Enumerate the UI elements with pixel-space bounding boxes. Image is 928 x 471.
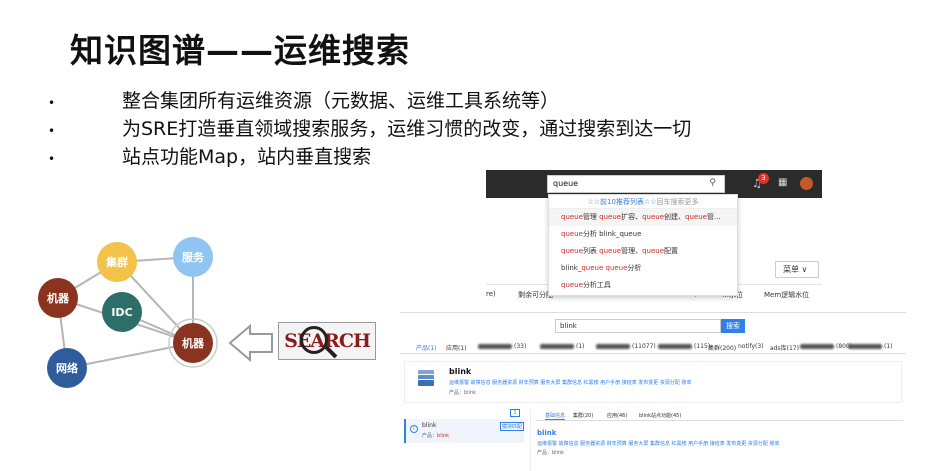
search-input-value: queue bbox=[553, 179, 579, 188]
node-network[interactable]: 网络 bbox=[47, 348, 87, 388]
tab-ads[interactable]: ads库(17) bbox=[770, 343, 799, 352]
notification-badge: 3 bbox=[758, 173, 769, 184]
column-header: Mem逻辑水位 bbox=[764, 291, 810, 299]
node-label: IDC bbox=[111, 305, 133, 319]
node-cluster[interactable]: 集群 bbox=[97, 242, 137, 282]
suggestion-item[interactable]: queue列表 queue管理、queue配置 bbox=[549, 243, 737, 260]
suggestion-item[interactable]: queue分析工具 bbox=[549, 277, 737, 294]
result-tabs: 产品(1) 应用(1) (33) (1) (11077) (115) 集群(20… bbox=[400, 340, 906, 354]
apps-grid-icon[interactable]: ▦ bbox=[778, 177, 787, 188]
tab-basic-info[interactable]: 基础信息 bbox=[545, 412, 566, 420]
tab-notify[interactable]: notify(3) bbox=[738, 343, 764, 350]
tab-blurred[interactable]: (11077) bbox=[596, 343, 656, 350]
result-list: 1 i blink 模块匹配 产品：blink bbox=[404, 409, 524, 471]
magnifier-icon bbox=[300, 326, 328, 354]
suggestion-hint: 回车搜索更多 bbox=[656, 198, 699, 206]
results-search-input[interactable]: blink bbox=[555, 319, 721, 333]
tab-product[interactable]: 产品(1) bbox=[416, 343, 437, 352]
tab-site-functions[interactable]: blink站点功能(45) bbox=[639, 412, 681, 419]
tab-blurred[interactable]: (33) bbox=[478, 343, 526, 350]
node-label: 网络 bbox=[56, 362, 78, 375]
node-machine-center[interactable]: 机器 bbox=[173, 323, 213, 363]
detail-product: 产品：blink bbox=[537, 450, 565, 456]
search-suggest-screenshot: queue ⚲ ♫ 3 ▦ 菜单 ∨ re) 剩余可分配 ue) …水位 Mem… bbox=[486, 170, 822, 308]
graph-edges bbox=[57, 256, 273, 369]
search-input[interactable]: queue ⚲ bbox=[547, 175, 725, 193]
list-item-name: blink bbox=[422, 422, 437, 429]
column-header: re) bbox=[486, 290, 496, 298]
suggestion-item[interactable]: queue管理 queue扩容、queue创建、queue管... bbox=[549, 209, 737, 226]
node-label: 服务 bbox=[182, 251, 204, 264]
tab-blurred[interactable]: (1) bbox=[848, 343, 893, 350]
detail-panel: 基础信息 集群(20) 应用(46) blink站点功能(45) blink 运… bbox=[530, 409, 903, 471]
node-label: 集群 bbox=[106, 256, 128, 269]
node-machine[interactable]: 机器 bbox=[38, 278, 78, 318]
tab-cluster-detail[interactable]: 集群(20) bbox=[573, 412, 593, 419]
tab-app-detail[interactable]: 应用(46) bbox=[607, 412, 627, 419]
suggestion-header: ☆☆前10推荐列表☆☆回车搜索更多 bbox=[549, 195, 737, 209]
suggestion-item[interactable]: queue分析 blink_queue bbox=[549, 226, 737, 243]
avatar[interactable] bbox=[800, 177, 813, 190]
tab-blurred[interactable]: (800) bbox=[800, 343, 852, 350]
suggestion-header-text: ☆☆前10推荐列表☆☆ bbox=[587, 198, 657, 206]
detail-links[interactable]: 运维报警 故障信息 服务器资源 财年预算 服务大屏 集群信息 红黑榜 用户手册 … bbox=[537, 440, 780, 447]
layers-icon bbox=[415, 367, 437, 389]
node-service[interactable]: 服务 bbox=[173, 237, 213, 277]
node-label: 机器 bbox=[182, 337, 204, 350]
search-icon[interactable]: ⚲ bbox=[709, 178, 716, 188]
result-card[interactable]: blink 运维报警 故障信息 服务器资源 财年预算 服务大屏 集群信息 红黑榜… bbox=[404, 361, 902, 403]
pager[interactable]: 1 bbox=[510, 409, 520, 417]
result-product: 产品：blink bbox=[449, 390, 477, 396]
detail-tabs: 基础信息 集群(20) 应用(46) blink站点功能(45) bbox=[535, 409, 903, 421]
suggestion-dropdown: ☆☆前10推荐列表☆☆回车搜索更多 queue管理 queue扩容、queue创… bbox=[548, 194, 738, 296]
list-item-product: 产品：blink bbox=[422, 433, 450, 439]
tab-blurred[interactable]: (115) bbox=[658, 343, 710, 350]
tab-cluster[interactable]: 集群(200) bbox=[708, 343, 736, 352]
slide: { "slide": { "title": "知识图谱——运维搜索", "bul… bbox=[0, 0, 928, 471]
match-tag: 模块匹配 bbox=[500, 422, 524, 431]
tab-blurred[interactable]: (1) bbox=[540, 343, 585, 350]
node-label: 机器 bbox=[47, 292, 69, 305]
arrow-left-icon bbox=[228, 323, 273, 363]
menu-dropdown[interactable]: 菜单 ∨ bbox=[775, 261, 819, 278]
result-title[interactable]: blink bbox=[449, 367, 471, 376]
search-button[interactable]: 搜索 bbox=[721, 319, 745, 333]
list-item[interactable]: i blink 模块匹配 产品：blink bbox=[404, 419, 524, 443]
search-results-screenshot: blink 搜索 产品(1) 应用(1) (33) (1) (11077) (1… bbox=[400, 312, 906, 471]
info-icon: i bbox=[410, 425, 418, 433]
suggestion-item[interactable]: blink_queue queue分析 bbox=[549, 260, 737, 277]
node-idc[interactable]: IDC bbox=[102, 292, 142, 332]
tab-app[interactable]: 应用(1) bbox=[446, 343, 467, 352]
result-links[interactable]: 运维报警 故障信息 服务器资源 财年预算 服务大屏 集群信息 红黑榜 用户手册 … bbox=[449, 379, 692, 386]
detail-title[interactable]: blink bbox=[537, 429, 556, 437]
